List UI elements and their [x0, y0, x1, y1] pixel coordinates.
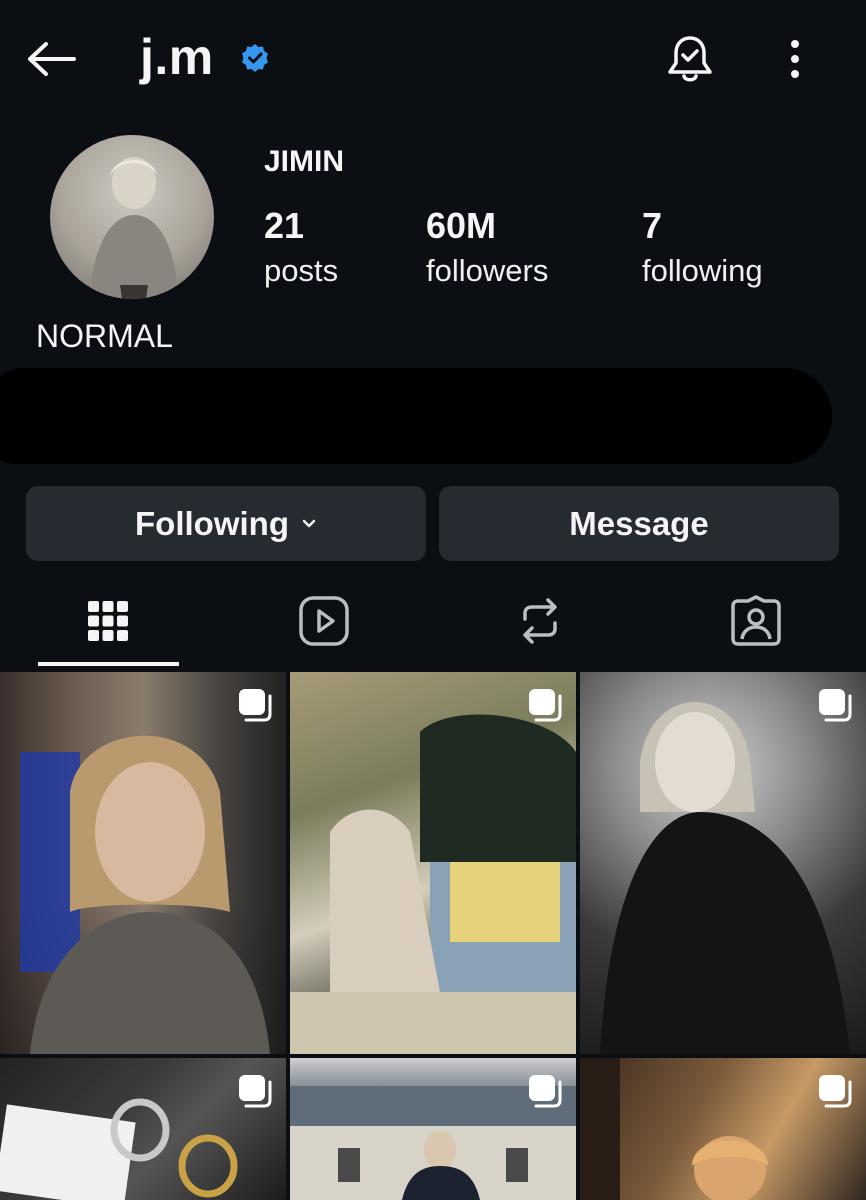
avatar-photo — [90, 157, 178, 299]
post-photo — [290, 714, 576, 1054]
grid-icon — [88, 601, 128, 641]
carousel-icon — [239, 1075, 272, 1108]
post-photo — [600, 702, 850, 1054]
carousel-icon — [239, 689, 272, 722]
chevron-down-icon — [302, 519, 316, 527]
followers-label: followers — [426, 253, 549, 288]
carousel-icon — [529, 689, 562, 722]
profile-username: j.m — [140, 29, 214, 85]
bell-check-icon — [668, 36, 712, 82]
redacted-bio — [0, 368, 832, 464]
following-count: 7 — [642, 205, 663, 246]
verified-badge-icon — [242, 44, 268, 72]
tab-posts-grid[interactable] — [0, 578, 216, 664]
following-button[interactable]: Following — [26, 486, 426, 561]
repost-icon — [523, 598, 557, 644]
post-thumbnail-3[interactable] — [580, 672, 866, 1054]
posts-stat[interactable]: 21 posts — [264, 205, 338, 289]
carousel-icon — [819, 1075, 852, 1108]
message-button[interactable]: Message — [439, 486, 839, 561]
carousel-icon — [819, 689, 852, 722]
post-thumbnail-4[interactable] — [0, 1058, 286, 1200]
following-button-label: Following — [135, 504, 289, 542]
top-bar: j.m — [0, 0, 866, 120]
profile-display-name: JIMIN — [264, 145, 345, 178]
more-dot — [791, 55, 799, 63]
posts-count: 21 — [264, 205, 305, 246]
more-vertical-icon — [791, 40, 799, 48]
reels-play-icon — [299, 596, 349, 646]
more-options-button[interactable] — [776, 38, 814, 80]
post-thumbnail-1[interactable] — [0, 672, 286, 1054]
posts-label: posts — [264, 253, 339, 288]
post-thumbnail-6[interactable] — [580, 1058, 866, 1200]
back-button[interactable] — [24, 36, 80, 82]
more-dot — [791, 70, 799, 78]
bio-name: NORMAL — [36, 318, 173, 354]
post-photo — [20, 735, 270, 1054]
followers-count: 60M — [426, 205, 497, 246]
tab-reposts[interactable] — [432, 578, 648, 664]
profile-tabs — [0, 578, 866, 670]
arrow-left-icon — [28, 42, 76, 76]
following-stat[interactable]: 7 following — [642, 205, 763, 289]
tab-reels[interactable] — [216, 578, 432, 664]
profile-avatar[interactable] — [50, 135, 214, 299]
post-thumbnail-5[interactable] — [290, 1058, 576, 1200]
notifications-bell-button[interactable] — [662, 32, 718, 88]
message-button-label: Message — [569, 504, 709, 542]
post-thumbnail-2[interactable] — [290, 672, 576, 1054]
tab-tagged[interactable] — [648, 578, 864, 664]
followers-stat[interactable]: 60M followers — [426, 205, 548, 289]
carousel-icon — [529, 1075, 562, 1108]
active-tab-indicator — [38, 662, 179, 666]
following-label: following — [642, 253, 763, 288]
tagged-person-icon — [731, 595, 781, 646]
